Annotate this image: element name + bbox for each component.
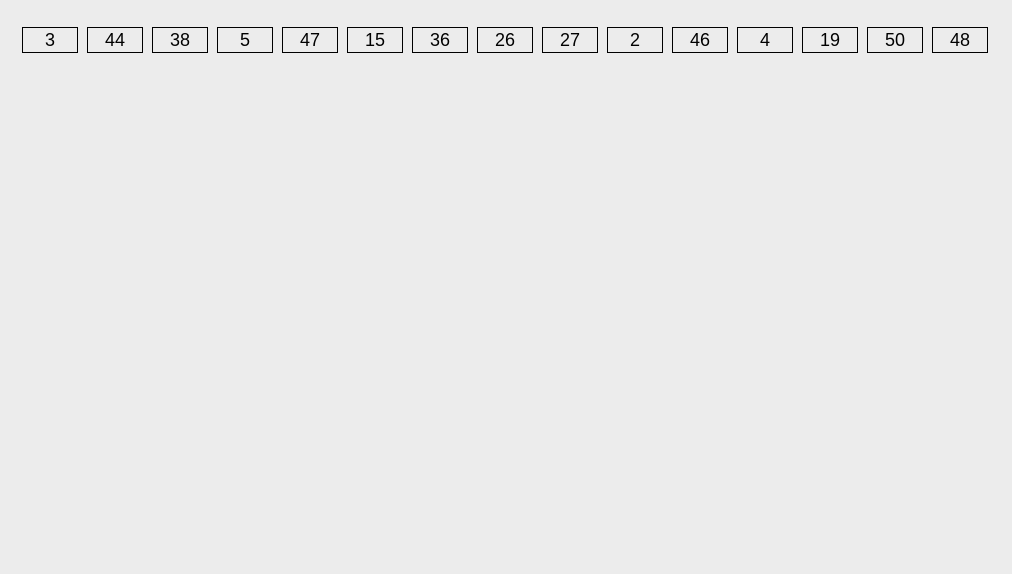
number-button-3[interactable]: 5 — [217, 27, 273, 53]
number-button-5[interactable]: 15 — [347, 27, 403, 53]
number-button-8[interactable]: 27 — [542, 27, 598, 53]
number-button-1[interactable]: 44 — [87, 27, 143, 53]
number-button-4[interactable]: 47 — [282, 27, 338, 53]
number-button-2[interactable]: 38 — [152, 27, 208, 53]
number-button-6[interactable]: 36 — [412, 27, 468, 53]
number-button-7[interactable]: 26 — [477, 27, 533, 53]
button-row: 3 44 38 5 47 15 36 26 27 2 46 4 19 50 48 — [0, 0, 1012, 80]
number-button-14[interactable]: 48 — [932, 27, 988, 53]
number-button-0[interactable]: 3 — [22, 27, 78, 53]
number-button-11[interactable]: 4 — [737, 27, 793, 53]
number-button-13[interactable]: 50 — [867, 27, 923, 53]
number-button-10[interactable]: 46 — [672, 27, 728, 53]
number-button-9[interactable]: 2 — [607, 27, 663, 53]
number-button-12[interactable]: 19 — [802, 27, 858, 53]
